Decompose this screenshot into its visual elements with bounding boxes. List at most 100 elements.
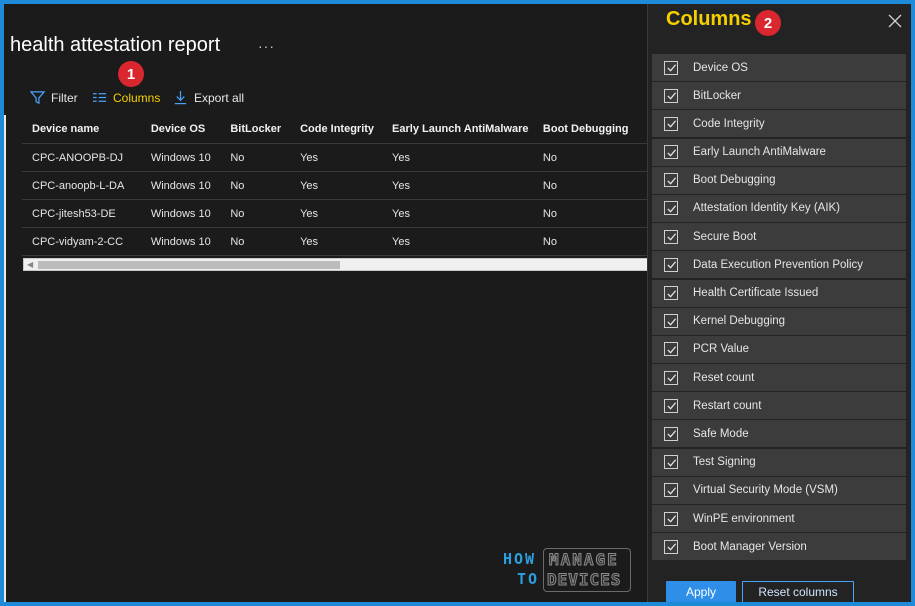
checkbox[interactable] [664,145,678,160]
checkbox[interactable] [664,342,678,357]
column-header-bitlocker[interactable]: BitLocker [220,115,291,144]
column-header-early-launch[interactable]: Early Launch AntiMalware [382,115,533,144]
column-header-boot-debugging[interactable]: Boot Debugging [532,115,648,144]
howtomanagedevices-logo: HOW TO MANAGE DEVICES [501,548,631,592]
column-option-label: Health Certificate Issued [693,287,819,299]
cell-bitlocker: No [220,199,291,228]
checkmark-icon [666,430,676,439]
checkbox[interactable] [664,539,678,554]
app-window: health attestation report ··· Filter Col… [4,4,911,602]
checkbox[interactable] [664,173,678,188]
download-icon [174,90,187,105]
column-header-device-os[interactable]: Device OS [140,115,221,144]
column-option-label: Test Signing [693,456,756,469]
column-option-reset-count[interactable]: Reset count [652,364,906,392]
apply-button[interactable]: Apply [666,581,736,602]
logo-text-devices: DEVICES [546,570,622,590]
column-option-label: PCR Value [693,343,750,356]
columns-button[interactable]: Columns [92,90,160,105]
columns-label: Columns [113,90,161,105]
logo-text-how: HOW [503,550,537,568]
cell-device-name: CPC-anoopb-L-DA [22,171,141,200]
checkmark-icon [666,148,676,157]
checkmark-icon [666,92,676,100]
checkbox[interactable] [664,116,678,131]
column-option-label: Attestation Identity Key (AIK) [693,202,841,215]
column-option-label: Safe Mode [693,427,749,440]
table-row[interactable]: CPC-ANOOPB-DJ Windows 10 No Yes Yes No [22,143,648,172]
cell-bitlocker: No [220,171,291,200]
checkbox[interactable] [664,398,678,413]
checkbox[interactable] [664,483,678,498]
column-option-boot-debugging[interactable]: Boot Debugging [652,166,906,194]
column-option-pcr-value[interactable]: PCR Value [652,335,906,363]
export-all-button[interactable]: Export all [173,90,244,105]
logo-text-to: TO [517,570,540,588]
checkbox[interactable] [664,455,678,470]
table-row[interactable]: CPC-anoopb-L-DA Windows 10 No Yes Yes No [22,171,648,200]
column-option-aik[interactable]: Attestation Identity Key (AIK) [652,194,906,222]
cell-device-name: CPC-ANOOPB-DJ [22,143,141,172]
checkmark-icon [666,289,676,298]
checkbox[interactable] [664,511,678,526]
cell-device-name: CPC-jitesh53-DE [22,199,141,228]
column-option-early-launch[interactable]: Early Launch AntiMalware [652,138,906,166]
checkmark-icon [666,374,676,382]
column-option-vsm[interactable]: Virtual Security Mode (VSM) [652,476,906,504]
column-option-boot-manager-version[interactable]: Boot Manager Version [652,533,906,561]
checkmark-icon [666,318,676,326]
horizontal-scrollbar[interactable]: ◀ [23,258,648,271]
filter-button[interactable]: Filter [30,90,78,105]
column-header-code-integrity[interactable]: Code Integrity [290,115,383,144]
reset-columns-button[interactable]: Reset columns [742,581,854,602]
column-option-label: WinPE environment [693,512,795,525]
column-option-bitlocker[interactable]: BitLocker [652,82,906,110]
checkbox[interactable] [664,257,678,272]
device-table: Device name Device OS BitLocker Code Int… [22,115,648,256]
column-option-restart-count[interactable]: Restart count [652,392,906,420]
column-option-test-signing[interactable]: Test Signing [652,448,906,476]
column-option-label: Device OS [693,61,748,74]
device-grid: Device name Device OS BitLocker Code Int… [22,115,648,271]
column-option-kernel-debugging[interactable]: Kernel Debugging [652,307,906,335]
checkbox[interactable] [664,370,678,385]
column-option-label: Virtual Security Mode (VSM) [693,484,838,497]
column-option-safe-mode[interactable]: Safe Mode [652,420,906,448]
checkmark-icon [666,543,676,551]
cell-boot-debugging: No [532,199,648,228]
scrollbar-thumb[interactable] [38,261,340,269]
checkbox[interactable] [664,426,678,441]
checkbox[interactable] [664,286,678,300]
table-header-row: Device name Device OS BitLocker Code Int… [22,115,648,144]
checkbox[interactable] [664,201,678,216]
column-option-winpe[interactable]: WinPE environment [652,505,906,532]
column-option-health-cert[interactable]: Health Certificate Issued [652,279,906,307]
cell-code-integrity: Yes [290,227,383,256]
checkbox[interactable] [664,88,678,103]
filter-label: Filter [51,90,78,105]
scroll-left-icon[interactable]: ◀ [27,260,33,269]
cell-early-launch: Yes [382,171,533,200]
column-option-label: Boot Debugging [693,174,776,187]
table-row[interactable]: CPC-jitesh53-DE Windows 10 No Yes Yes No [22,199,648,228]
close-icon[interactable] [888,14,902,28]
checkmark-icon [666,515,676,523]
column-option-label: Restart count [693,399,762,412]
checkbox[interactable] [664,314,678,329]
more-options-button[interactable]: ··· [258,38,275,54]
column-option-dep-policy[interactable]: Data Execution Prevention Policy [652,251,906,279]
column-option-secure-boot[interactable]: Secure Boot [652,223,906,251]
filter-icon [30,91,45,105]
column-header-device-name[interactable]: Device name [22,115,141,144]
checkmark-icon [666,458,676,467]
checkbox[interactable] [664,229,678,244]
checkbox[interactable] [664,60,678,75]
checkmark-icon [666,120,676,129]
columns-panel: Columns 2 Device OS BitLocker Code Integ… [647,4,911,602]
column-option-device-os[interactable]: Device OS [652,54,906,81]
column-option-code-integrity[interactable]: Code Integrity [652,110,906,138]
table-row[interactable]: CPC-vidyam-2-CC Windows 10 No Yes Yes No [22,227,648,256]
logo-text-manage: MANAGE [549,550,619,570]
cell-device-os: Windows 10 [140,227,221,256]
cell-boot-debugging: No [532,171,648,200]
